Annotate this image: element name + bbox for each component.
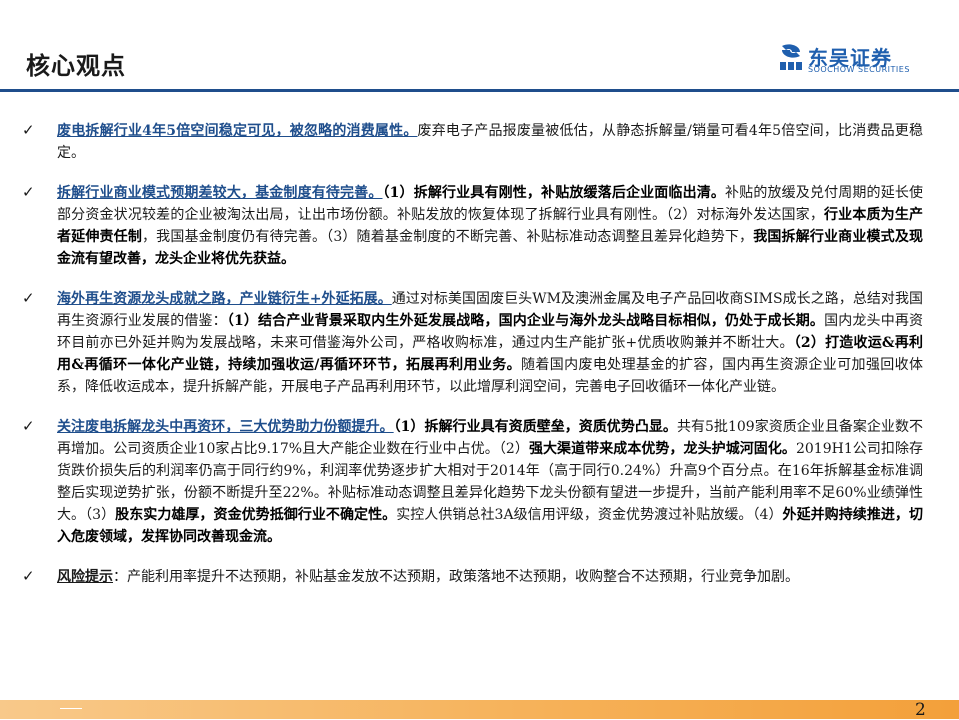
key-point-body: ：产能利用率提升不达预期，补贴基金发放不达预期，政策落地不达预期，收购整合不达预… — [113, 569, 799, 585]
logo-english-name: SOOCHOW SECURITIES — [808, 65, 910, 74]
key-point-headline: 海外再生资源龙头成就之路，产业链衍生+外延拓展。 — [57, 291, 392, 307]
key-point-headline: 关注废电拆解龙头中再资环，三大优势助力份额提升。 — [57, 419, 394, 435]
footer-divider — [60, 708, 82, 709]
checkmark-icon: ✓ — [22, 121, 35, 139]
key-point-body: ，我国基金制度仍有待完善。（3）随着基金制度的不断完善、补贴标准动态调整且差异化… — [142, 229, 754, 245]
checkmark-icon: ✓ — [22, 183, 35, 201]
key-point-text: 废电拆解行业4年5倍空间稳定可见，被忽略的消费属性。废弃电子产品报废量被低估，从… — [57, 120, 923, 164]
key-point-emphasis: 股东实力雄厚，资金优势抵御行业不确定性。 — [115, 507, 397, 523]
checkmark-icon: ✓ — [22, 567, 35, 585]
key-point-emphasis: （1）拆解行业具有资质壁垒，资质优势凸显。 — [393, 419, 677, 435]
key-point-5: ✓ 风险提示：产能利用率提升不达预期，补贴基金发放不达预期，政策落地不达预期，收… — [0, 566, 959, 588]
key-point-body: 实控人供销总社3A级信用评级，资金优势渡过补贴放缓。（4） — [396, 507, 783, 523]
header-divider — [0, 89, 959, 92]
key-point-2: ✓ 拆解行业商业模式预期差较大，基金制度有待完善。（1）拆解行业具有刚性，补贴放… — [0, 182, 959, 270]
key-point-headline: 拆解行业商业模式预期差较大，基金制度有待完善。 — [57, 185, 383, 201]
checkmark-icon: ✓ — [22, 289, 35, 307]
key-point-emphasis: （1）拆解行业具有刚性，补贴放缓落后企业面临出清。 — [382, 185, 726, 201]
key-point-3: ✓ 海外再生资源龙头成就之路，产业链衍生+外延拓展。通过对标美国固废巨头WM及澳… — [0, 288, 959, 398]
company-logo: 东吴证券 SOOCHOW SECURITIES — [778, 40, 928, 80]
key-point-emphasis: （1）结合产业背景采取内生外延发展战略，国内企业与海外龙头战略目标相似，仍处于成… — [226, 313, 825, 329]
key-point-body: 。 — [281, 251, 295, 267]
key-point-text: 拆解行业商业模式预期差较大，基金制度有待完善。（1）拆解行业具有刚性，补贴放缓落… — [57, 182, 923, 270]
key-point-text: 风险提示：产能利用率提升不达预期，补贴基金发放不达预期，政策落地不达预期，收购整… — [57, 566, 923, 588]
page-title: 核心观点 — [26, 52, 126, 80]
key-point-emphasis: 强大渠道带来成本优势，龙头护城河固化。 — [528, 441, 796, 457]
key-point-1: ✓ 废电拆解行业4年5倍空间稳定可见，被忽略的消费属性。废弃电子产品报废量被低估… — [0, 120, 959, 164]
key-point-4: ✓ 关注废电拆解龙头中再资环，三大优势助力份额提升。（1）拆解行业具有资质壁垒，… — [0, 416, 959, 548]
checkmark-icon: ✓ — [22, 417, 35, 435]
key-point-headline: 废电拆解行业4年5倍空间稳定可见，被忽略的消费属性。 — [57, 123, 418, 139]
page-number: 2 — [915, 700, 926, 720]
footer-bar — [0, 700, 959, 719]
header: 核心观点 东吴证券 SOOCHOW SECURITIES — [0, 0, 959, 92]
risk-warning-headline: 风险提示 — [57, 569, 113, 585]
key-point-text: 关注废电拆解龙头中再资环，三大优势助力份额提升。（1）拆解行业具有资质壁垒，资质… — [57, 416, 923, 548]
logo-mark-icon — [780, 44, 802, 70]
key-points-list: ✓ 废电拆解行业4年5倍空间稳定可见，被忽略的消费属性。废弃电子产品报废量被低估… — [0, 120, 959, 606]
key-point-text: 海外再生资源龙头成就之路，产业链衍生+外延拓展。通过对标美国固废巨头WM及澳洲金… — [57, 288, 923, 398]
